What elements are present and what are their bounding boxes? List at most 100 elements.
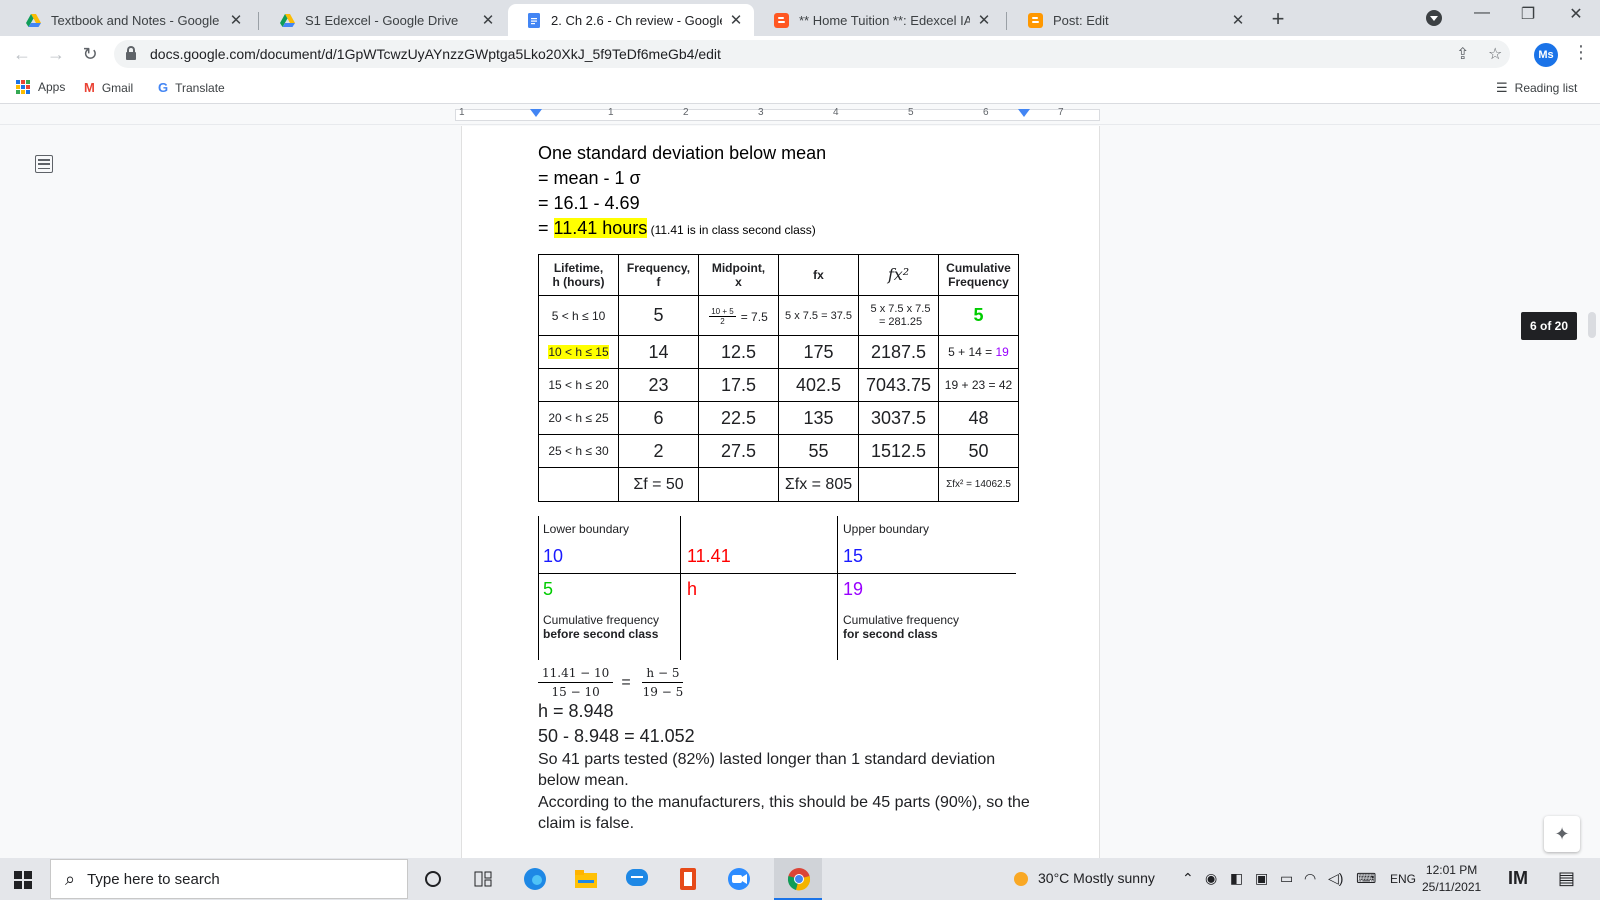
tab-search-icon[interactable]: [1426, 10, 1442, 26]
taskbar-search[interactable]: ⌕ Type here to search: [50, 859, 408, 899]
lower-boundary-label: Lower boundary: [543, 522, 630, 536]
equation-rhs: h − 5 19 − 5: [642, 666, 684, 699]
paragraph: So 41 parts tested (82%) lasted longer t…: [538, 751, 996, 789]
address-bar[interactable]: docs.google.com/document/d/1GpWTcwzUyAYn…: [114, 40, 1510, 68]
zoom-icon[interactable]: [726, 866, 752, 892]
blogger-icon: [774, 12, 789, 28]
table-row: 20 < h ≤ 25 6 22.5 135 3037.5 48: [538, 401, 1019, 435]
bookmark-star-icon[interactable]: ☆: [1488, 44, 1502, 64]
explore-icon[interactable]: ✦: [1544, 816, 1580, 852]
text-line: One standard deviation below mean: [538, 143, 827, 163]
tab-home-tuition[interactable]: ** Home Tuition **: Edexcel IAL S ✕: [756, 4, 1002, 36]
weather-sun-icon[interactable]: [1012, 870, 1030, 891]
right-indent-marker[interactable]: [1018, 109, 1030, 117]
ruler-track: [455, 109, 1100, 121]
reload-icon[interactable]: ↻: [78, 42, 102, 66]
tab-textbook-notes[interactable]: Textbook and Notes - Google Dri ✕: [8, 4, 254, 36]
cell-lifetime: 20 < h ≤ 25: [538, 401, 619, 435]
bookmark-label: Apps: [38, 80, 66, 94]
equation-lhs: 11.41 − 10 15 − 10: [538, 666, 614, 699]
back-arrow-icon[interactable]: ←: [10, 42, 34, 66]
window-close-icon[interactable]: ✕: [1556, 4, 1596, 24]
cf-for-value: 19: [843, 579, 864, 599]
left-indent-marker[interactable]: [530, 109, 542, 117]
tab-title: Post: Edit: [1053, 12, 1109, 28]
browser-menu-icon[interactable]: ⋮: [1572, 42, 1590, 63]
ime-icon[interactable]: IM: [1508, 868, 1528, 889]
cell-lifetime: 15 < h ≤ 20: [538, 368, 619, 402]
windows-start-icon[interactable]: [14, 871, 32, 889]
tab-ch-review-doc[interactable]: 2. Ch 2.6 - Ch review - Google Do ✕: [508, 4, 754, 36]
wifi-icon[interactable]: ◠: [1304, 870, 1316, 887]
document-outline-icon[interactable]: [35, 155, 53, 173]
system-clock[interactable]: 12:01 PM 25/11/2021: [1422, 862, 1481, 896]
file-explorer-icon[interactable]: [573, 866, 599, 892]
bookmark-translate[interactable]: G Translate: [158, 80, 225, 95]
table-header-row: Lifetime, h (hours) Frequency, f Midpoin…: [538, 254, 1019, 296]
cell-fx2: 1512.5: [858, 434, 939, 468]
cell-midpoint: 12.5: [698, 335, 779, 369]
chrome-icon[interactable]: [786, 866, 812, 892]
tab-post-edit[interactable]: Post: Edit ✕: [1010, 4, 1256, 36]
tray-app-icon[interactable]: ▣: [1255, 870, 1268, 887]
bookmark-gmail[interactable]: M Gmail: [84, 80, 133, 95]
close-tab-icon[interactable]: ✕: [228, 11, 244, 29]
keyboard-icon[interactable]: ⌨: [1356, 870, 1376, 887]
document-text: One standard deviation below mean = mean…: [538, 141, 1078, 243]
profile-avatar[interactable]: Ms: [1534, 43, 1558, 67]
forward-arrow-icon[interactable]: →: [44, 42, 68, 66]
cell-fx: 402.5: [778, 368, 859, 402]
bookmark-apps[interactable]: Apps: [16, 80, 65, 94]
document-page[interactable]: One standard deviation below mean = mean…: [461, 126, 1100, 858]
reading-list[interactable]: ☰ Reading list: [1496, 80, 1577, 96]
blogger-icon: [1028, 12, 1043, 28]
office-icon[interactable]: [675, 866, 701, 892]
restore-icon[interactable]: ❐: [1508, 4, 1548, 24]
address-url: docs.google.com/document/d/1GpWTcwzUyAYn…: [150, 46, 721, 62]
midpoint-fraction: 10 + 52: [709, 306, 736, 326]
close-tab-icon[interactable]: ✕: [1230, 11, 1246, 29]
chat-icon[interactable]: [624, 866, 650, 892]
volume-icon[interactable]: ◁): [1328, 870, 1343, 887]
minimize-icon[interactable]: —: [1462, 4, 1502, 22]
notifications-icon[interactable]: ▤: [1558, 868, 1575, 889]
cell-lifetime: 10 < h ≤ 15: [538, 335, 619, 369]
cell-empty: [698, 467, 779, 502]
cell-cumulative: 48: [938, 401, 1019, 435]
header-lifetime: Lifetime, h (hours): [538, 254, 619, 296]
tray-chevron-icon[interactable]: ⌃: [1182, 870, 1194, 887]
browser-toolbar: ← → ↻ docs.google.com/document/d/1GpWTcw…: [0, 36, 1600, 72]
battery-icon[interactable]: ▭: [1280, 870, 1293, 887]
cell-frequency: 23: [618, 368, 699, 402]
boundary-diagram: Lower boundary Upper boundary 10 11.41 1…: [538, 516, 1018, 660]
table-row: 25 < h ≤ 30 2 27.5 55 1512.5 50: [538, 434, 1019, 468]
cell-fx2: 3037.5: [858, 401, 939, 435]
close-tab-icon[interactable]: ✕: [480, 11, 496, 29]
text-line: = mean - 1 σ: [538, 168, 641, 188]
share-icon[interactable]: ⇪: [1456, 44, 1469, 64]
ruler-number: 3: [758, 107, 764, 118]
cell-fx2: 5 x 7.5 x 7.5 = 281.25: [858, 295, 939, 336]
cell-fx2: 7043.75: [858, 368, 939, 402]
text-line: 50 - 8.948 = 41.052: [538, 726, 695, 746]
tab-s1-edexcel[interactable]: S1 Edexcel - Google Drive ✕: [262, 4, 506, 36]
ruler-number: 1: [459, 107, 465, 118]
edge-icon[interactable]: [522, 866, 548, 892]
close-tab-icon[interactable]: ✕: [728, 11, 744, 29]
apps-grid-icon: [16, 80, 30, 94]
scrollbar-thumb[interactable]: [1588, 312, 1596, 338]
weather-text[interactable]: 30°C Mostly sunny: [1038, 870, 1155, 886]
close-tab-icon[interactable]: ✕: [976, 11, 992, 29]
cortana-icon[interactable]: [420, 866, 446, 892]
cell-fx: 55: [778, 434, 859, 468]
tray-app-icon[interactable]: ◉: [1205, 870, 1217, 887]
cell-frequency: 5: [618, 295, 699, 336]
cell-cumulative: 50: [938, 434, 1019, 468]
new-tab-button[interactable]: +: [1265, 6, 1291, 32]
google-drive-icon: [280, 13, 295, 28]
task-view-icon[interactable]: [470, 866, 496, 892]
result-note: (11.41 is in class second class): [647, 223, 816, 237]
equals-sign: =: [621, 673, 631, 691]
language-indicator[interactable]: ENG: [1390, 872, 1416, 886]
tray-app-icon[interactable]: ◧: [1230, 870, 1243, 887]
